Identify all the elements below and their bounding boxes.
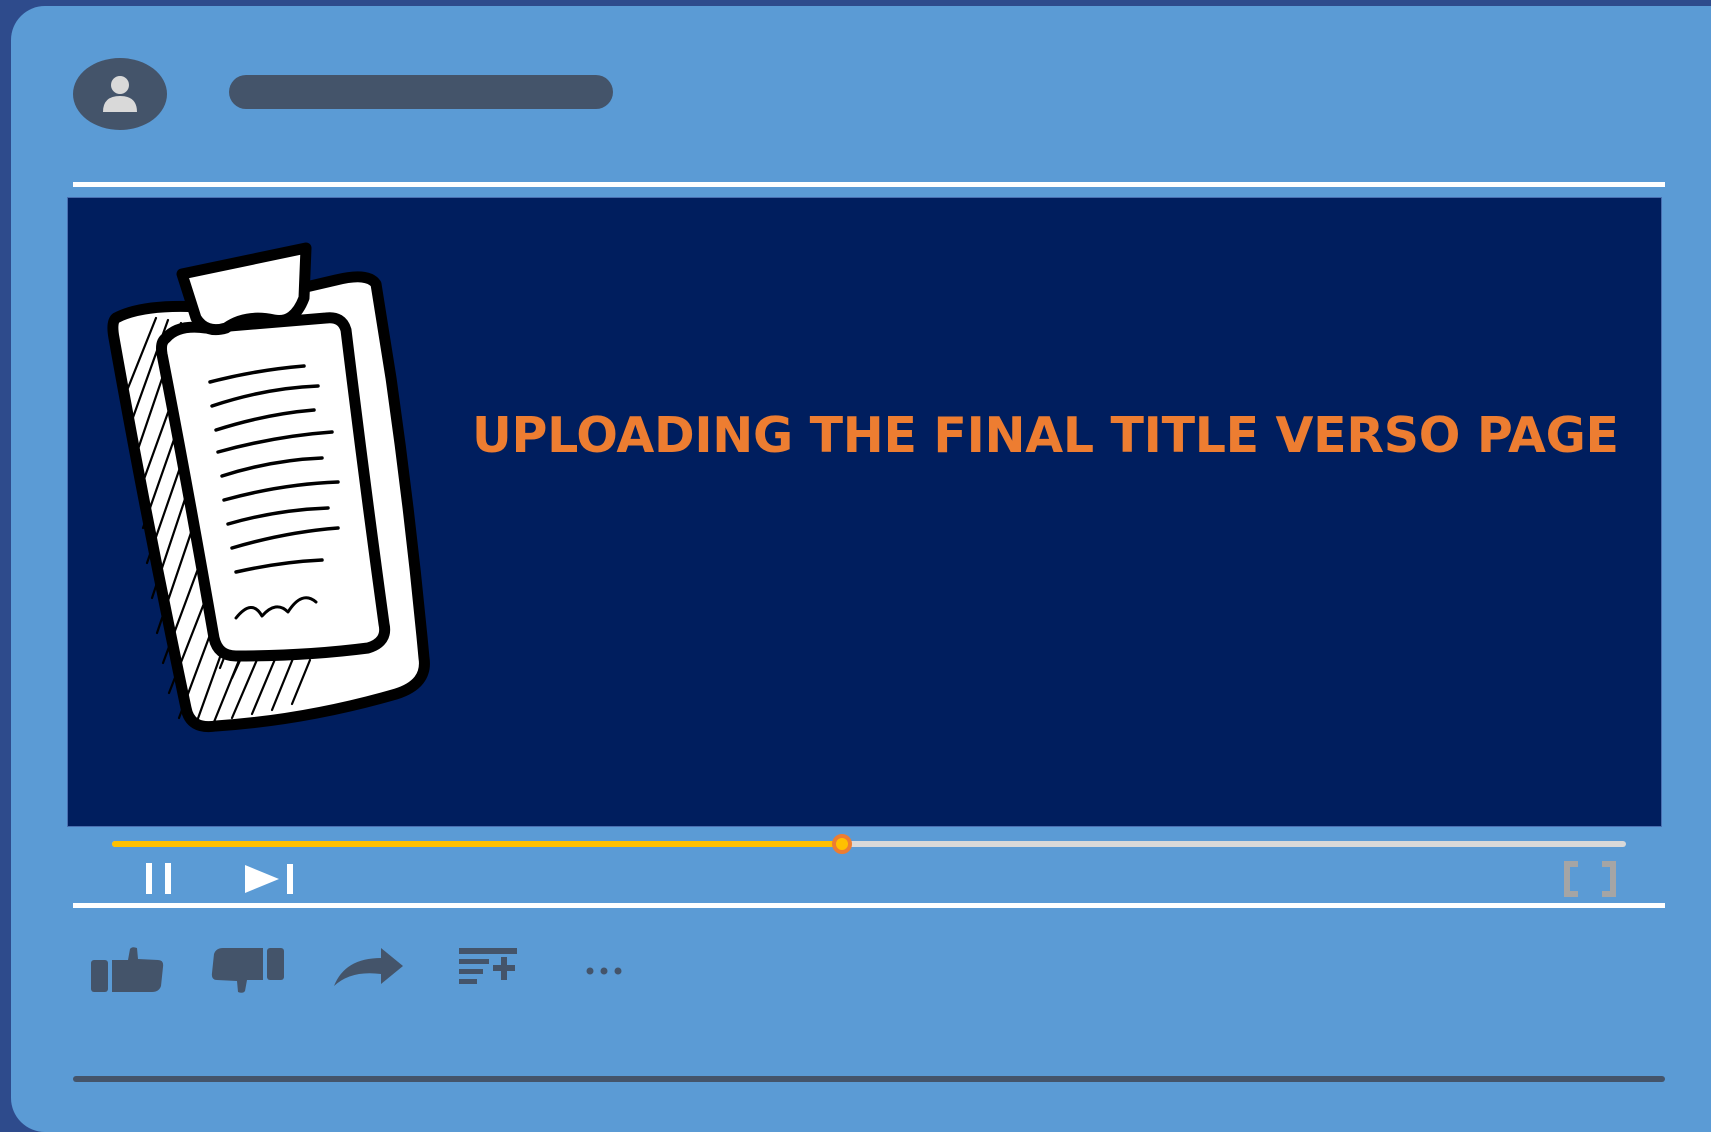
progress-bar[interactable]: [112, 834, 1626, 854]
playlist-add-icon: [459, 948, 517, 984]
video-frame[interactable]: UPLOADING THE FINAL TITLE VERSO PAGE: [67, 197, 1662, 827]
pause-icon: [146, 863, 171, 894]
user-icon: [103, 76, 137, 112]
clipboard-document-icon: [107, 242, 430, 733]
save-to-playlist-button[interactable]: [458, 946, 518, 991]
thumbs-up-icon: [91, 947, 164, 992]
skip-next-icon: [245, 864, 293, 894]
like-button[interactable]: [90, 946, 164, 999]
divider-top: [73, 182, 1665, 187]
video-player-window: UPLOADING THE FINAL TITLE VERSO PAGE: [11, 6, 1711, 1132]
thumbs-down-icon: [211, 948, 284, 993]
share-arrow-icon: [334, 948, 403, 986]
divider-bottom: [73, 1076, 1665, 1082]
divider-middle: [73, 903, 1665, 908]
fullscreen-button[interactable]: [1564, 861, 1616, 902]
channel-avatar[interactable]: [73, 58, 167, 130]
more-horizontal-icon: [586, 967, 622, 975]
progress-played: [112, 841, 842, 847]
next-button[interactable]: [245, 863, 297, 900]
dislike-button[interactable]: [211, 946, 285, 1003]
channel-name-placeholder: [229, 75, 613, 109]
video-title: UPLOADING THE FINAL TITLE VERSO PAGE: [472, 407, 1619, 464]
progress-scrubber-handle[interactable]: [831, 834, 852, 854]
more-options-button[interactable]: [584, 946, 632, 991]
pause-button[interactable]: [145, 862, 175, 901]
share-button[interactable]: [333, 946, 405, 995]
fullscreen-icon: [1564, 861, 1616, 897]
